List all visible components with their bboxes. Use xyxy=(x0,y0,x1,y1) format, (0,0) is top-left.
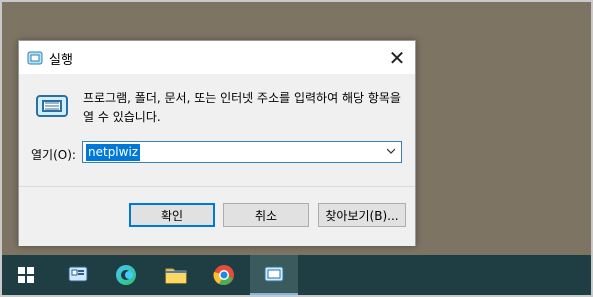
open-input-value[interactable]: netplwiz xyxy=(86,144,141,161)
dialog-description: 프로그램, 폴더, 문서, 또는 인터넷 주소를 입력하여 해당 항목을 열 수… xyxy=(83,91,401,124)
windows-logo-icon xyxy=(18,267,34,283)
chrome-icon xyxy=(213,265,234,286)
taskbar-edge[interactable] xyxy=(102,255,150,295)
taskbar xyxy=(2,255,591,295)
folder-icon xyxy=(165,268,187,284)
edge-icon xyxy=(116,265,136,285)
taskbar-file-explorer[interactable] xyxy=(152,255,200,295)
run-icon xyxy=(27,51,43,65)
chevron-down-icon[interactable] xyxy=(387,147,395,155)
button-area: 확인 취소 찾아보기(B)... xyxy=(19,186,415,246)
taskbar-run[interactable] xyxy=(250,255,298,295)
title-bar[interactable]: 실행 ✕ xyxy=(19,41,415,74)
taskbar-control-panel[interactable] xyxy=(54,255,102,295)
open-combobox[interactable]: netplwiz xyxy=(82,141,402,163)
browse-button[interactable]: 찾아보기(B)... xyxy=(318,203,406,227)
run-dialog: 실행 ✕ 프로그램, 폴더, 문서, 또는 인터넷 주소를 입력하여 해당 항목… xyxy=(18,40,416,246)
start-button[interactable] xyxy=(2,255,50,295)
close-icon: ✕ xyxy=(388,45,406,70)
control-panel-icon xyxy=(68,266,88,282)
open-label: 열기(O): xyxy=(31,148,76,162)
active-indicator xyxy=(250,293,298,295)
run-icon xyxy=(264,266,284,282)
cancel-button[interactable]: 취소 xyxy=(223,203,309,227)
run-program-icon xyxy=(36,95,68,117)
taskbar-chrome[interactable] xyxy=(200,255,248,295)
close-button[interactable]: ✕ xyxy=(379,41,415,74)
screen: 실행 ✕ 프로그램, 폴더, 문서, 또는 인터넷 주소를 입력하여 해당 항목… xyxy=(0,0,593,297)
ok-button[interactable]: 확인 xyxy=(129,203,215,227)
dialog-title: 실행 xyxy=(49,53,73,68)
